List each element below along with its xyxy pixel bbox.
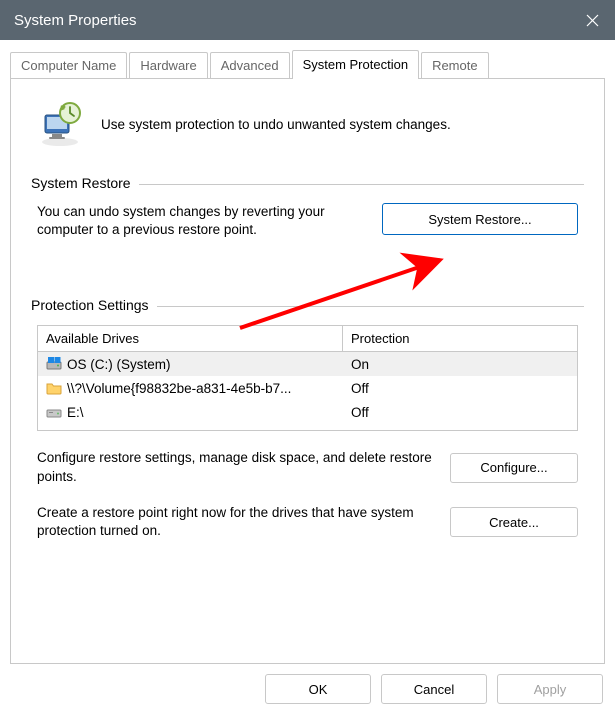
tab-system-protection[interactable]: System Protection bbox=[292, 50, 420, 79]
drive-icon bbox=[46, 404, 62, 420]
drives-table: Available Drives Protection bbox=[37, 325, 578, 431]
intro-text: Use system protection to undo unwanted s… bbox=[101, 117, 451, 132]
group-title-settings: Protection Settings bbox=[31, 297, 149, 313]
drive-name: E:\ bbox=[67, 405, 84, 420]
drive-protection: On bbox=[343, 357, 577, 372]
group-protection-settings: Protection Settings Available Drives Pro… bbox=[31, 297, 584, 540]
restore-text: You can undo system changes by reverting… bbox=[37, 203, 372, 239]
create-button[interactable]: Create... bbox=[450, 507, 578, 537]
drive-protection: Off bbox=[343, 381, 577, 396]
window-title: System Properties bbox=[14, 12, 137, 29]
configure-row: Configure restore settings, manage disk … bbox=[37, 449, 578, 485]
col-header-protection[interactable]: Protection bbox=[343, 326, 577, 351]
window: System Properties Computer Name Hardware… bbox=[0, 0, 615, 710]
divider bbox=[139, 184, 584, 185]
folder-icon bbox=[46, 380, 62, 396]
drive-name: \\?\Volume{f98832be-a831-4e5b-b7... bbox=[67, 381, 291, 396]
drive-row[interactable]: OS (C:) (System) On bbox=[38, 352, 577, 376]
intro-row: Use system protection to undo unwanted s… bbox=[37, 101, 584, 147]
drive-row[interactable]: \\?\Volume{f98832be-a831-4e5b-b7... Off bbox=[38, 376, 577, 400]
drive-row[interactable]: E:\ Off bbox=[38, 400, 577, 424]
tab-advanced[interactable]: Advanced bbox=[210, 52, 290, 78]
system-restore-button[interactable]: System Restore... bbox=[382, 203, 578, 235]
body: Computer Name Hardware Advanced System P… bbox=[0, 40, 615, 710]
configure-text: Configure restore settings, manage disk … bbox=[37, 449, 440, 485]
os-drive-icon bbox=[46, 356, 62, 372]
group-system-restore: System Restore You can undo system chang… bbox=[31, 175, 584, 239]
close-icon bbox=[586, 14, 599, 27]
close-button[interactable] bbox=[569, 0, 615, 40]
create-row: Create a restore point right now for the… bbox=[37, 504, 578, 540]
footer-buttons: OK Cancel Apply bbox=[10, 664, 605, 704]
tab-remote[interactable]: Remote bbox=[421, 52, 489, 78]
restore-icon bbox=[37, 101, 83, 147]
drives-header: Available Drives Protection bbox=[38, 326, 577, 352]
group-title-restore: System Restore bbox=[31, 175, 131, 191]
ok-button[interactable]: OK bbox=[265, 674, 371, 704]
configure-button[interactable]: Configure... bbox=[450, 453, 578, 483]
tab-panel: Use system protection to undo unwanted s… bbox=[10, 78, 605, 664]
col-header-drives[interactable]: Available Drives bbox=[38, 326, 343, 351]
create-text: Create a restore point right now for the… bbox=[37, 504, 440, 540]
drive-protection: Off bbox=[343, 405, 577, 420]
titlebar: System Properties bbox=[0, 0, 615, 40]
tab-computer-name[interactable]: Computer Name bbox=[10, 52, 127, 78]
tab-strip: Computer Name Hardware Advanced System P… bbox=[10, 50, 605, 78]
tab-hardware[interactable]: Hardware bbox=[129, 52, 207, 78]
divider bbox=[157, 306, 584, 307]
drive-name: OS (C:) (System) bbox=[67, 357, 171, 372]
cancel-button[interactable]: Cancel bbox=[381, 674, 487, 704]
apply-button[interactable]: Apply bbox=[497, 674, 603, 704]
